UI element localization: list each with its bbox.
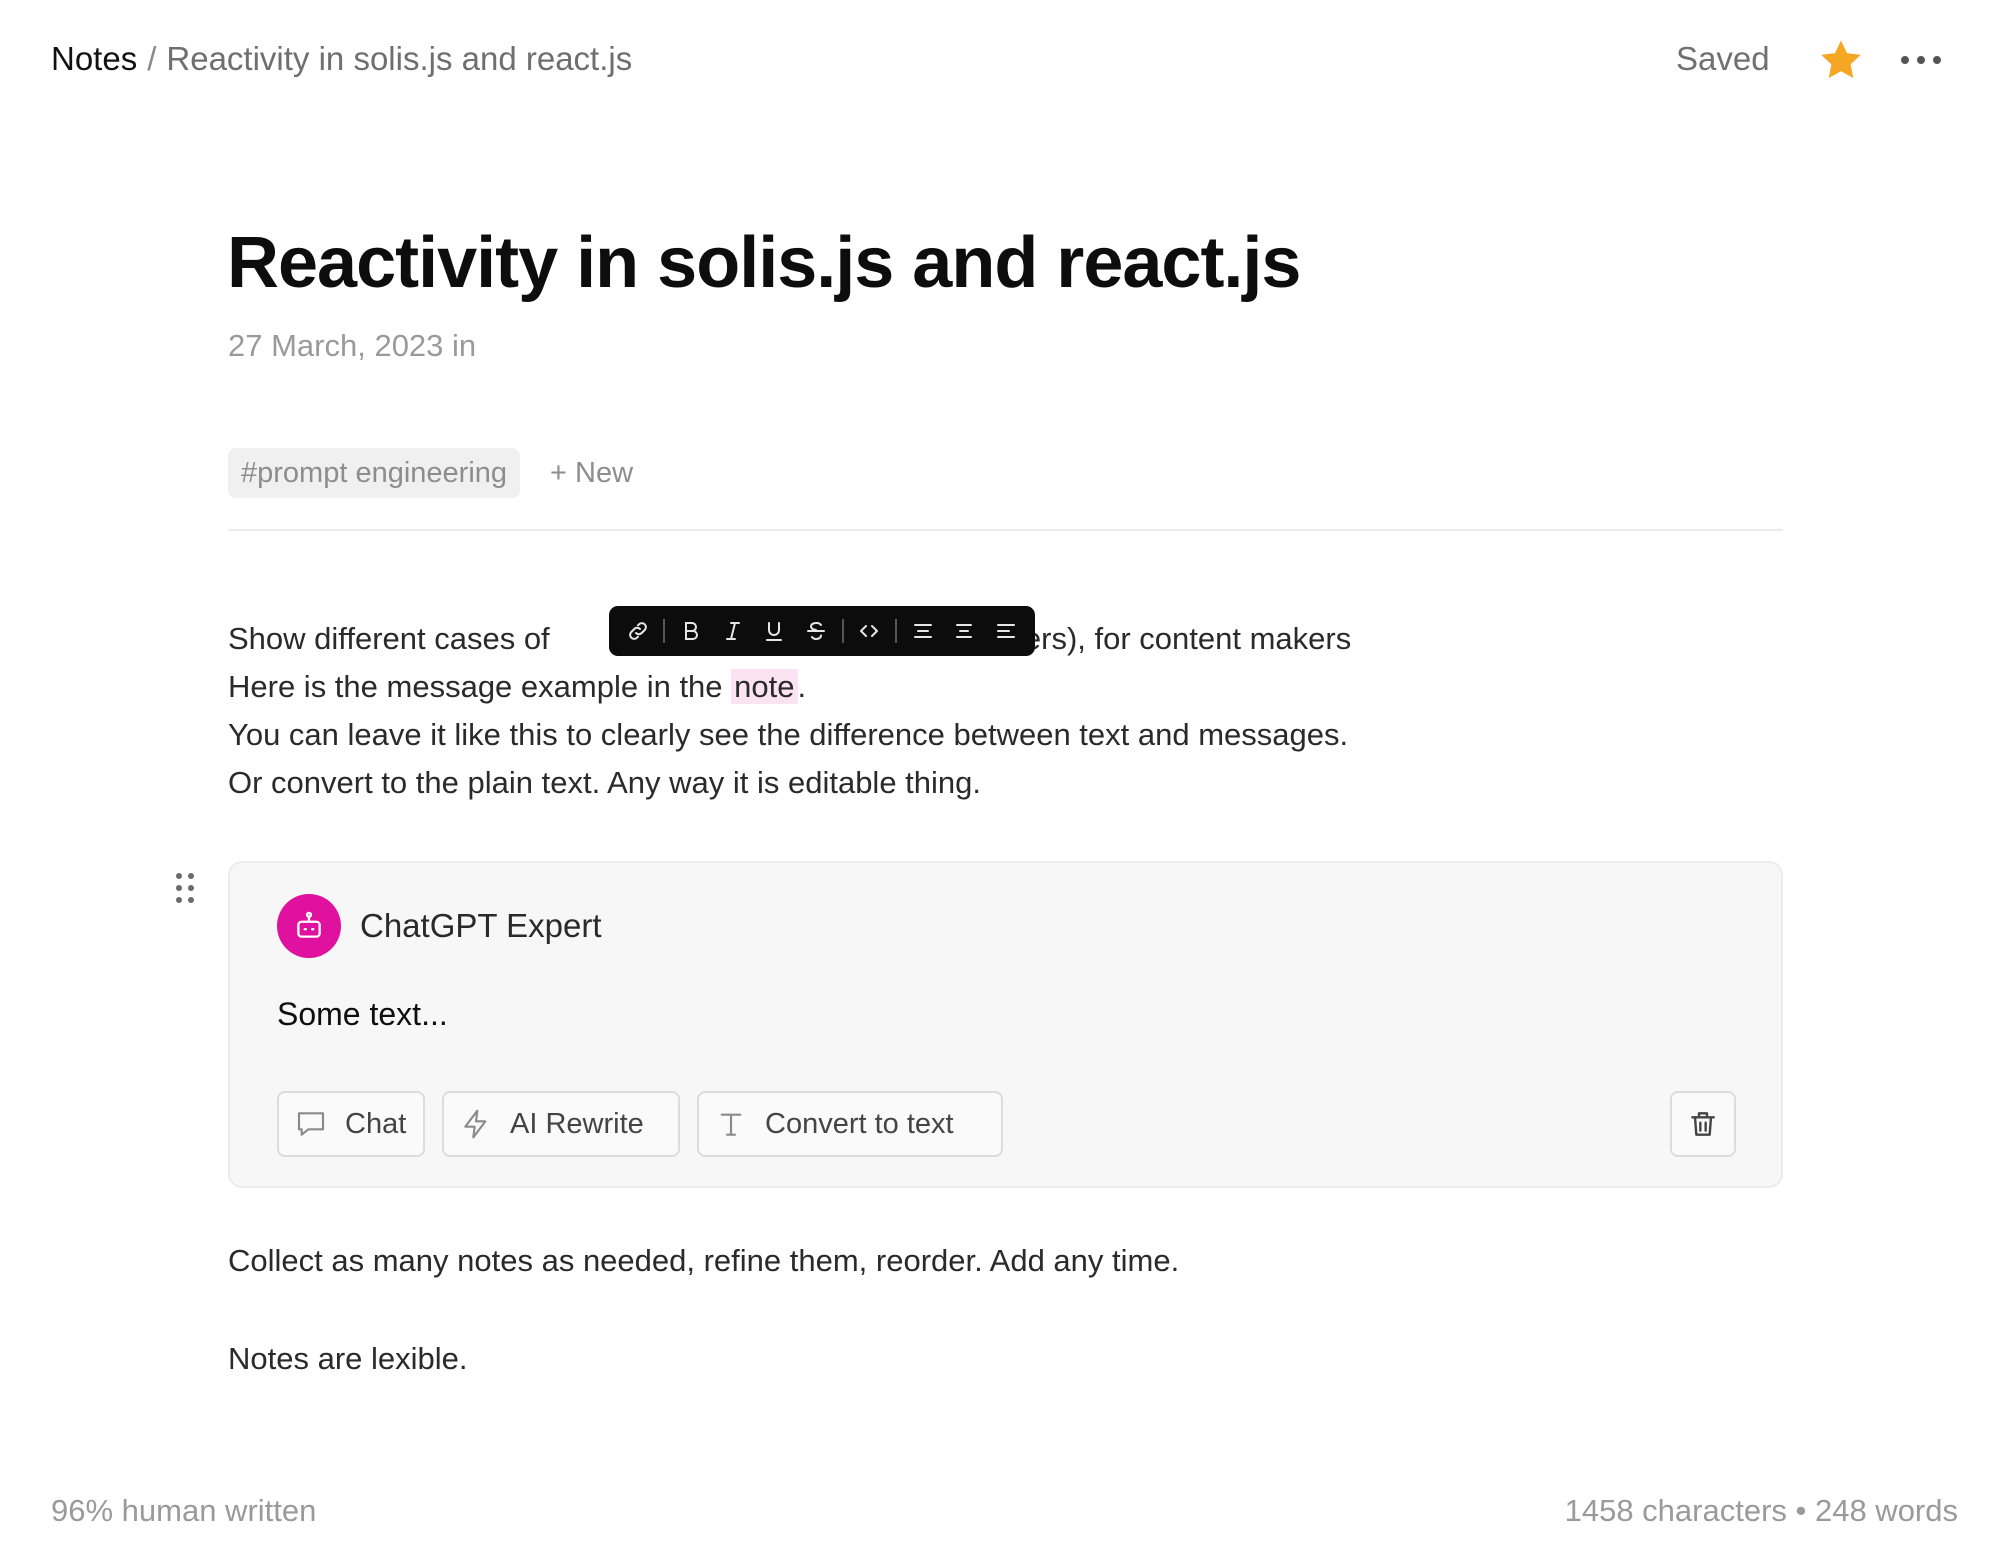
drag-handle-icon[interactable] [172,870,198,906]
chat-button[interactable]: Chat [277,1091,425,1157]
align-center-icon[interactable] [907,615,939,647]
trash-icon [1691,1112,1715,1136]
format-toolbar [609,606,1035,656]
star-icon[interactable] [1818,37,1864,83]
message-text[interactable]: Some text... [277,996,448,1033]
align-left-icon[interactable] [990,615,1022,647]
convert-to-text-button[interactable]: Convert to text [697,1091,1003,1157]
highlighted-word[interactable]: note [731,669,798,704]
note-title[interactable]: Reactivity in solis.js and react.js [227,222,1301,304]
toolbar-separator [841,619,844,643]
bold-icon[interactable] [675,615,707,647]
tag-list: #prompt engineering + New [228,448,633,498]
breadcrumb-current: Reactivity in solis.js and react.js [166,40,633,77]
divider [228,529,1783,531]
avatar [277,894,341,958]
toolbar-separator [663,619,666,643]
add-tag-button[interactable]: + New [550,457,633,490]
strikethrough-icon[interactable] [800,615,832,647]
ai-rewrite-button[interactable]: AI Rewrite [442,1091,680,1157]
paragraph-line-2: Here is the message example in the note. [228,663,1351,711]
breadcrumb: Notes / Reactivity in solis.js and react.j… [51,40,632,78]
paragraph-line-2-after: . [797,669,807,704]
link-icon[interactable] [622,615,654,647]
paragraph-line-3: You can leave it like this to clearly se… [228,717,1349,752]
more-options-icon[interactable] [1898,40,1944,80]
toolbar-separator [895,619,898,643]
tag-prompt-engineering[interactable]: #prompt engineering [228,448,521,498]
paragraph-line-1-start: Show different cases of [228,621,550,656]
paragraph-line-2-before: Here is the message example in the [228,669,732,704]
chat-button-label: Chat [345,1107,407,1140]
note-meta: 27 March, 2023 in [228,328,477,363]
delete-button[interactable] [1670,1091,1736,1157]
human-written-indicator: 96% human written [51,1493,317,1528]
message-card: ChatGPT Expert Some text... Chat AI Rewr… [228,861,1783,1188]
note-paragraph-3[interactable]: Notes are lexible. [228,1341,468,1377]
italic-icon[interactable] [717,615,749,647]
save-status: Saved [1676,40,1770,77]
message-author: ChatGPT Expert [360,907,602,944]
chat-icon [297,1112,325,1136]
underline-icon[interactable] [758,615,790,647]
code-icon[interactable] [853,615,885,647]
robot-icon [297,911,321,938]
convert-to-text-button-label: Convert to text [765,1107,954,1140]
top-bar: Notes / Reactivity in solis.js and react.j… [0,0,1998,120]
paragraph-line-4: Or convert to the plain text. Any way it… [228,765,982,800]
word-count: 1458 characters • 248 words [1564,1493,1958,1528]
align-justify-icon[interactable] [948,615,980,647]
breadcrumb-root-link[interactable]: Notes [51,40,137,77]
lightning-icon [464,1109,487,1139]
note-paragraph-2[interactable]: Collect as many notes as needed, refine … [228,1243,1179,1279]
breadcrumb-separator: / [147,40,157,77]
ai-rewrite-button-label: AI Rewrite [510,1107,644,1140]
text-icon [720,1113,742,1136]
